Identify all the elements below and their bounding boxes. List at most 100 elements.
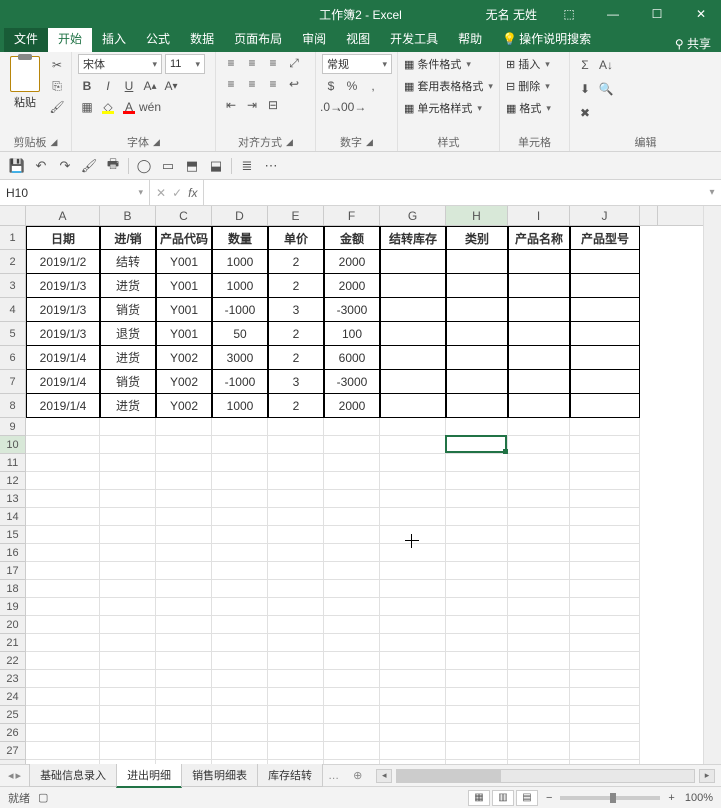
increase-font-icon[interactable]: A▴ [141,77,159,95]
empty-cell[interactable] [156,742,212,760]
row-header-25[interactable]: 25 [0,706,25,724]
border-icon[interactable]: ▦ [78,98,96,116]
empty-cell[interactable] [100,598,156,616]
empty-cell[interactable] [380,634,446,652]
empty-cell[interactable] [446,652,508,670]
align-left-icon[interactable]: ≡ [222,75,240,93]
empty-cell[interactable] [212,436,268,454]
empty-cell[interactable] [324,598,380,616]
table-cell[interactable]: Y001 [156,274,212,298]
table-cell[interactable]: 2019/1/3 [26,274,100,298]
empty-cell[interactable] [212,562,268,580]
empty-cell[interactable] [446,616,508,634]
row-header-28[interactable]: 28 [0,760,25,764]
align-right-icon[interactable]: ≡ [264,75,282,93]
table-cell[interactable]: 进货 [100,346,156,370]
table-cell[interactable]: 2 [268,250,324,274]
table-header[interactable]: 金额 [324,226,380,250]
empty-cell[interactable] [324,688,380,706]
table-cell[interactable] [380,298,446,322]
number-format-combo[interactable]: 常规▾ [322,54,392,74]
first-sheet-icon[interactable]: ◂ [8,769,14,782]
qat-shape1-icon[interactable]: ⬒ [183,157,201,175]
empty-cell[interactable] [570,562,640,580]
empty-cell[interactable] [26,526,100,544]
table-cell[interactable]: 2000 [324,394,380,418]
empty-cell[interactable] [570,544,640,562]
table-cell[interactable] [570,394,640,418]
delete-cells-button[interactable]: ⊟删除▾ [506,78,551,94]
empty-cell[interactable] [212,526,268,544]
empty-cell[interactable] [380,706,446,724]
user-name[interactable]: 无名 无姓 [478,6,545,23]
table-cell[interactable]: 2 [268,322,324,346]
col-header-J[interactable]: J [570,206,640,225]
empty-cell[interactable] [156,670,212,688]
empty-cell[interactable] [268,454,324,472]
next-sheet-icon[interactable]: ▸ [16,769,22,782]
zoom-level[interactable]: 100% [685,792,713,804]
horizontal-scrollbar[interactable] [396,769,695,783]
empty-cell[interactable] [508,544,570,562]
save-icon[interactable]: 💾 [8,157,26,175]
italic-button[interactable]: I [99,77,117,95]
empty-cell[interactable] [508,652,570,670]
empty-cell[interactable] [380,490,446,508]
table-cell[interactable] [508,322,570,346]
tab-review[interactable]: 审阅 [292,25,336,52]
empty-cell[interactable] [324,724,380,742]
empty-cell[interactable] [100,616,156,634]
row-header-7[interactable]: 7 [0,370,25,394]
table-cell[interactable]: 50 [212,322,268,346]
table-cell[interactable]: Y002 [156,346,212,370]
table-cell[interactable]: 结转 [100,250,156,274]
table-header[interactable]: 单价 [268,226,324,250]
empty-cell[interactable] [446,562,508,580]
empty-cell[interactable] [570,724,640,742]
empty-cell[interactable] [268,418,324,436]
hscroll-right-icon[interactable]: ▸ [699,769,715,783]
table-cell[interactable]: 3 [268,370,324,394]
table-cell[interactable]: Y001 [156,322,212,346]
table-cell[interactable]: 2019/1/4 [26,346,100,370]
format-painter-icon[interactable]: 🖌 [48,98,66,116]
col-header-D[interactable]: D [212,206,268,225]
empty-cell[interactable] [446,490,508,508]
tab-data[interactable]: 数据 [180,25,224,52]
merge-icon[interactable]: ⊟ [264,96,282,114]
table-cell[interactable]: 销货 [100,370,156,394]
wrap-text-icon[interactable]: ↩ [285,75,303,93]
empty-cell[interactable] [268,760,324,764]
tab-layout[interactable]: 页面布局 [224,25,292,52]
col-header-H[interactable]: H [446,206,508,225]
alignment-launcher-icon[interactable]: ◢ [286,137,293,148]
table-cell[interactable] [380,250,446,274]
empty-cell[interactable] [156,472,212,490]
empty-cell[interactable] [446,580,508,598]
tab-help[interactable]: 帮助 [448,25,492,52]
empty-cell[interactable] [324,472,380,490]
empty-cell[interactable] [268,634,324,652]
row-header-22[interactable]: 22 [0,652,25,670]
table-cell[interactable] [446,250,508,274]
empty-cell[interactable] [212,472,268,490]
empty-cell[interactable] [212,760,268,764]
font-launcher-icon[interactable]: ◢ [153,137,160,148]
empty-cell[interactable] [268,652,324,670]
percent-icon[interactable]: % [343,77,361,95]
empty-cell[interactable] [508,760,570,764]
table-cell[interactable]: 销货 [100,298,156,322]
empty-cell[interactable] [26,742,100,760]
empty-cell[interactable] [446,418,508,436]
empty-cell[interactable] [100,760,156,764]
table-cell[interactable] [508,370,570,394]
empty-cell[interactable] [380,472,446,490]
align-top-icon[interactable]: ≡ [222,54,240,72]
more-sheets-icon[interactable]: … [322,770,345,782]
empty-cell[interactable] [446,526,508,544]
increase-indent-icon[interactable]: ⇥ [243,96,261,114]
table-cell[interactable] [570,370,640,394]
empty-cell[interactable] [570,634,640,652]
table-cell[interactable]: 2019/1/4 [26,394,100,418]
empty-cell[interactable] [508,436,570,454]
